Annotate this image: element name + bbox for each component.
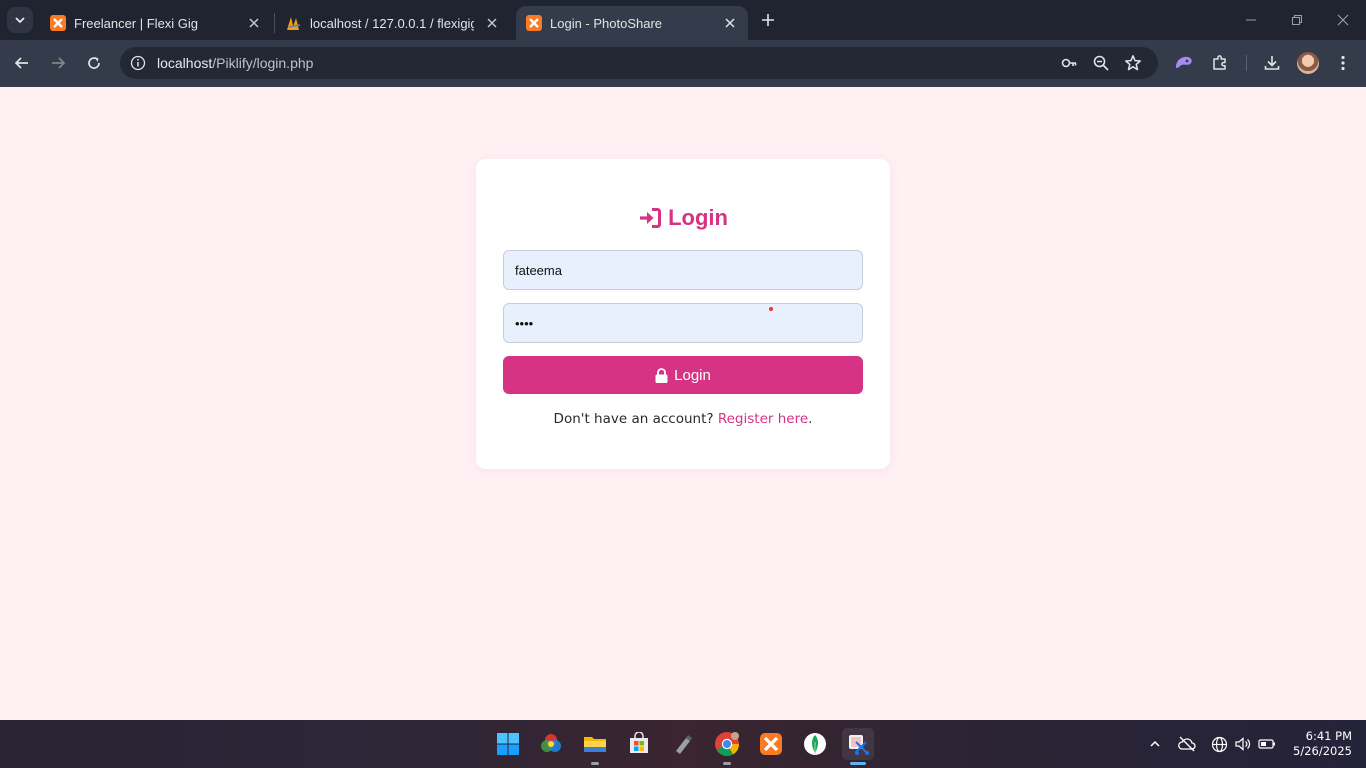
close-icon xyxy=(1337,14,1349,26)
browser-toolbar: localhost/Piklify/login.php xyxy=(0,40,1366,87)
tab-search-button[interactable] xyxy=(7,7,33,33)
clock-date: 5/26/2025 xyxy=(1293,744,1352,758)
reload-icon xyxy=(88,57,100,69)
windows-taskbar: 6:41 PM 5/26/2025 xyxy=(0,720,1366,768)
microsoft-store-icon[interactable] xyxy=(623,728,655,760)
tab-title: localhost / 127.0.0.1 / flexigig | p xyxy=(310,15,474,31)
network-globe-icon[interactable] xyxy=(1209,734,1229,754)
register-suffix: . xyxy=(808,411,813,427)
cursor-marker xyxy=(769,307,773,311)
url-text[interactable]: localhost/Piklify/login.php xyxy=(157,55,313,71)
password-key-icon[interactable] xyxy=(1059,53,1079,73)
new-tab-button[interactable] xyxy=(758,10,778,30)
snipping-tool-icon[interactable] xyxy=(842,728,874,765)
login-button-label: Login xyxy=(674,366,711,384)
extension-app-icon[interactable] xyxy=(1173,52,1195,74)
running-indicator xyxy=(723,762,731,765)
clock-time: 6:41 PM xyxy=(1305,729,1352,743)
tab-phpmyadmin[interactable]: localhost / 127.0.0.1 / flexigig | p xyxy=(276,6,510,40)
reload-button[interactable] xyxy=(83,52,105,74)
chrome-icon[interactable] xyxy=(711,728,743,765)
plus-icon xyxy=(762,14,774,26)
profile-avatar[interactable] xyxy=(1297,52,1319,74)
register-prompt: Don't have an account? Register here. xyxy=(476,411,890,427)
phpmyadmin-icon xyxy=(286,15,302,31)
bookmark-star-icon[interactable] xyxy=(1123,53,1143,73)
sign-in-icon xyxy=(638,206,662,230)
minimize-icon xyxy=(1246,19,1256,21)
tab-separator xyxy=(274,13,275,33)
url-path: /Piklify/login.php xyxy=(212,55,314,71)
file-explorer-icon[interactable] xyxy=(579,728,611,765)
login-heading-text: Login xyxy=(668,205,728,230)
tab-title: Freelancer | Flexi Gig xyxy=(74,15,199,31)
page-body: Login Login Don't have an account? Regis… xyxy=(0,87,1366,720)
register-prompt-text: Don't have an account? xyxy=(553,411,714,427)
close-tab-icon[interactable] xyxy=(246,15,262,31)
address-bar[interactable]: localhost/Piklify/login.php xyxy=(120,47,1158,79)
volume-icon[interactable] xyxy=(1233,734,1253,754)
usb-drive-icon[interactable] xyxy=(667,728,699,760)
lock-icon xyxy=(655,367,668,383)
url-host: localhost xyxy=(157,55,213,71)
downloads-icon[interactable] xyxy=(1261,52,1283,74)
battery-icon[interactable] xyxy=(1257,734,1277,754)
login-submit-button[interactable]: Login xyxy=(503,356,863,394)
chevron-down-icon xyxy=(15,17,25,24)
back-button[interactable] xyxy=(11,52,33,74)
minimize-window-button[interactable] xyxy=(1241,10,1261,30)
register-link[interactable]: Register here xyxy=(718,411,808,427)
close-tab-icon[interactable] xyxy=(484,15,500,31)
password-input[interactable] xyxy=(503,303,863,343)
tab-title: Login - PhotoShare xyxy=(550,15,663,31)
forward-button[interactable] xyxy=(47,52,69,74)
arrow-right-icon xyxy=(52,57,66,69)
close-tab-icon[interactable] xyxy=(722,15,738,31)
tab-login-photoshare[interactable]: Login - PhotoShare xyxy=(516,6,748,40)
extensions-puzzle-icon[interactable] xyxy=(1209,52,1231,74)
windows-start-icon[interactable] xyxy=(492,728,524,760)
xampp-icon[interactable] xyxy=(755,728,787,760)
login-heading: Login xyxy=(476,205,890,231)
xampp-icon xyxy=(50,15,66,31)
username-input[interactable] xyxy=(503,250,863,290)
restore-icon xyxy=(1292,15,1302,25)
color-wheel-app-icon[interactable] xyxy=(535,728,567,760)
tab-strip: Freelancer | Flexi Gig localhost / 127.0… xyxy=(0,0,1366,40)
arrow-left-icon xyxy=(14,57,28,69)
zoom-out-icon[interactable] xyxy=(1091,53,1111,73)
close-window-button[interactable] xyxy=(1333,10,1353,30)
site-info-icon[interactable] xyxy=(129,54,147,72)
active-indicator xyxy=(850,762,866,765)
tab-freelancer[interactable]: Freelancer | Flexi Gig xyxy=(40,6,272,40)
toolbar-separator xyxy=(1246,55,1247,71)
chevron-up-icon[interactable] xyxy=(1145,734,1165,754)
running-indicator xyxy=(591,762,599,765)
restore-window-button[interactable] xyxy=(1287,10,1307,30)
system-clock[interactable]: 6:41 PM 5/26/2025 xyxy=(1286,729,1352,759)
xampp-icon xyxy=(526,15,542,31)
menu-kebab-icon[interactable] xyxy=(1332,52,1354,74)
cloud-offline-icon[interactable] xyxy=(1177,734,1197,754)
login-card: Login Login Don't have an account? Regis… xyxy=(476,159,890,469)
mongodb-icon[interactable] xyxy=(799,728,831,760)
